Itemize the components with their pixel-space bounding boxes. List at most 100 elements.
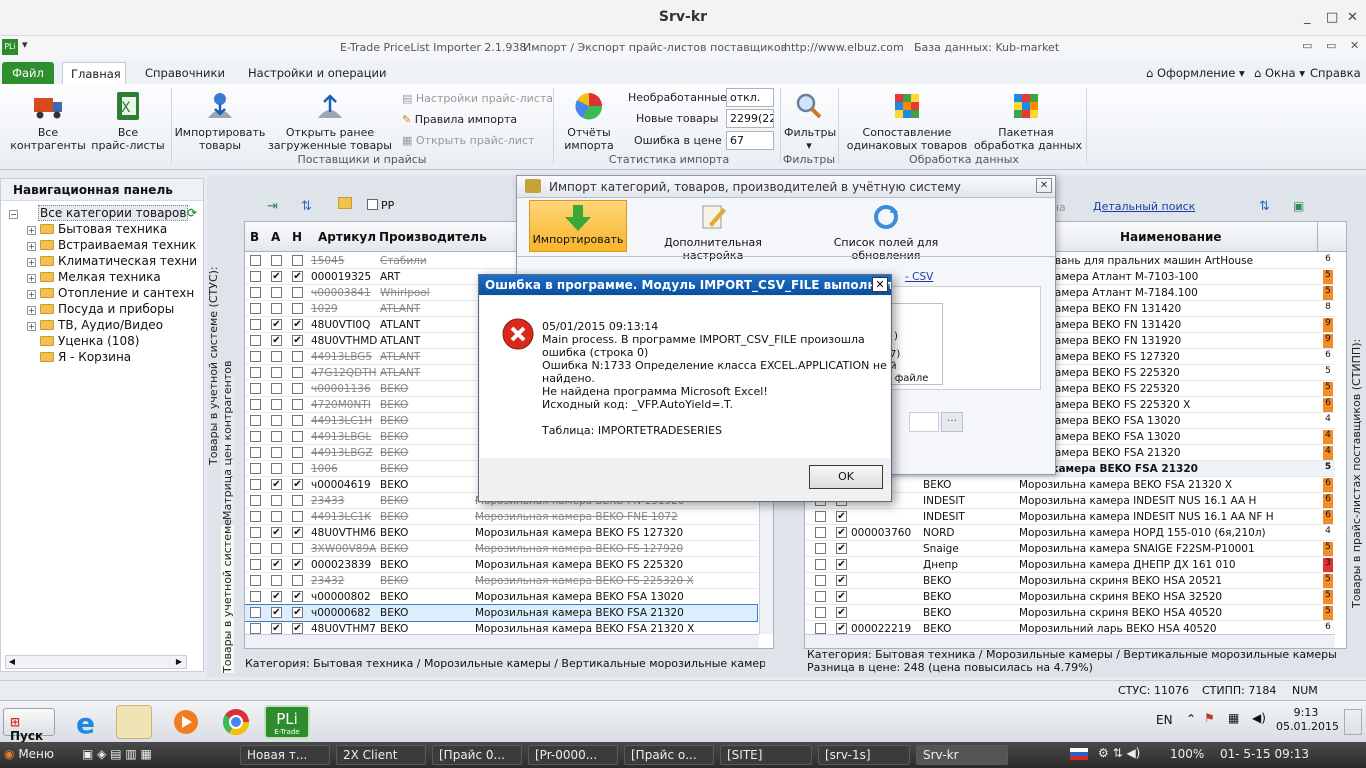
row-checkbox[interactable] [815,559,826,570]
table-row[interactable]: 44913LC1K BEKO Морозильная камера BEKO FNE… [245,509,757,525]
row-checkbox[interactable]: ✔ [271,479,282,490]
col-name[interactable]: Наименование [1120,230,1222,244]
quicklaunch-icons[interactable]: ▣ ◈ ▤ ▥ ▦ [82,747,152,761]
ok-button[interactable]: OK [809,465,883,489]
maximize-button[interactable]: □ [1326,10,1338,25]
taskbar-item[interactable]: [Pr-0000... [528,745,618,765]
fields-list-button[interactable]: Список полей для обновления [798,202,974,262]
row-checkbox[interactable] [292,543,303,554]
match-goods-button[interactable]: Сопоставление одинаковых товаров [844,88,970,152]
row-checkbox[interactable]: ✔ [836,559,847,570]
taskbar-item[interactable]: Новая т... [240,745,330,765]
unprocessed-field[interactable]: откл. [726,88,774,107]
row-checkbox[interactable] [271,367,282,378]
taskbar-item[interactable]: 2X Client [336,745,426,765]
sync-icon[interactable]: ⇅ [1259,199,1270,214]
row-checkbox[interactable]: ✔ [292,623,303,634]
tray-icons[interactable]: ⚙ ⇅ ◀) [1098,746,1140,760]
panel-icon[interactable]: ▣ [1293,199,1304,213]
expand-icon[interactable]: + [27,290,36,299]
table-row[interactable]: ✔ ✔ ч00000682 BEKO Морозильная камера BEKO F… [245,604,758,622]
tab-main[interactable]: Главная [62,62,126,84]
row-checkbox[interactable]: ✔ [292,559,303,570]
taskbar-item[interactable]: [Прайс о... [624,745,714,765]
row-checkbox[interactable] [250,335,261,346]
row-checkbox[interactable] [292,255,303,266]
row-checkbox[interactable]: ✔ [836,575,847,586]
table-row[interactable]: ✔ BEKO Морозильна скриня BEKO HSA 20521 5 [805,573,1335,589]
row-checkbox[interactable]: ✔ [271,591,282,602]
row-checkbox[interactable] [250,415,261,426]
scroll-right-icon[interactable]: ▶ [172,655,186,669]
row-checkbox[interactable] [250,383,261,394]
row-checkbox[interactable]: ✔ [292,527,303,538]
row-checkbox[interactable] [271,287,282,298]
col-a[interactable]: А [271,230,280,244]
row-checkbox[interactable] [250,463,261,474]
close-icon[interactable]: ✕ [1350,39,1359,52]
show-desktop-button[interactable] [1344,709,1362,735]
row-checkbox[interactable]: ✔ [271,319,282,330]
tree-item[interactable]: Уценка (108) [40,334,139,350]
close-window-button[interactable]: ✕ [1347,10,1358,25]
row-checkbox[interactable]: ✔ [292,335,303,346]
table-row[interactable]: ✔ INDESIT Морозильна камера INDESIT NUS 16… [805,509,1335,525]
row-checkbox[interactable] [250,559,261,570]
row-checkbox[interactable] [250,351,261,362]
csv-link-fragment[interactable]: - CSV [905,271,933,283]
table-row[interactable]: ✔ ✔ 48U0VTHM6 BEKO Морозильная камера BEKO F… [245,525,757,541]
help-menu[interactable]: Справка ▾ [1302,62,1366,94]
table-row[interactable]: ✔ 000003760 NORD Морозильна камера НОРД 155… [805,525,1335,541]
all-contractors-button[interactable]: Все контрагенты [6,88,90,152]
row-checkbox[interactable] [292,463,303,474]
reports-button[interactable]: Отчёты импорта [558,88,620,152]
row-checkbox[interactable] [815,575,826,586]
sync-icon[interactable]: ⇅ [301,199,312,214]
col-v[interactable]: В [250,230,259,244]
expand-icon[interactable]: + [27,306,36,315]
scroll-left-icon[interactable]: ◀ [5,655,19,669]
pp-checkbox[interactable] [367,199,378,210]
row-checkbox[interactable]: ✔ [836,543,847,554]
row-checkbox[interactable] [815,623,826,634]
open-loaded-button[interactable]: Открыть ранее загруженные товары [266,88,394,152]
row-checkbox[interactable] [250,543,261,554]
row-checkbox[interactable] [292,575,303,586]
tree-root[interactable]: − Все категории товаров ⟳ [9,205,197,222]
table-row[interactable]: ✔ BEKO Морозильна скриня BEKO HSA 40520 5 [805,605,1335,621]
tab-file[interactable]: Файл [2,62,54,84]
clock[interactable]: 01- 5-15 09:13 [1220,747,1309,761]
new-goods-field[interactable]: 2299(229 [726,109,774,128]
row-checkbox[interactable] [292,351,303,362]
tab-stipp[interactable]: Товары в прайс-листах поставщиков (СТИПП… [1350,263,1363,608]
row-checkbox[interactable]: ✔ [836,527,847,538]
row-checkbox[interactable] [271,383,282,394]
close-icon[interactable]: ✕ [872,277,888,292]
ie-icon[interactable]: e [70,705,106,740]
row-checkbox[interactable] [292,383,303,394]
table-row[interactable]: 23432 BEKO Морозильная камера BEKO FS 2253… [245,573,757,589]
expand-icon[interactable]: + [27,322,36,331]
row-checkbox[interactable] [271,351,282,362]
row-checkbox[interactable] [292,511,303,522]
quick-access-menu-icon[interactable]: ▾ [22,38,28,51]
row-checkbox[interactable] [271,575,282,586]
row-checkbox[interactable] [292,447,303,458]
menu-button[interactable]: ◉ Меню [4,747,54,761]
row-checkbox[interactable]: ✔ [271,559,282,570]
tree-item[interactable]: + Посуда и приборы [27,302,174,318]
collapse-icon[interactable]: − [9,210,18,219]
row-checkbox[interactable] [815,607,826,618]
row-checkbox[interactable] [250,591,261,602]
row-checkbox[interactable]: ✔ [292,591,303,602]
tree-item[interactable]: + Мелкая техника [27,270,161,286]
taskbar-item[interactable]: [SITE] [720,745,812,765]
row-checkbox[interactable] [250,431,261,442]
row-checkbox[interactable] [815,511,826,522]
row-checkbox[interactable] [250,607,261,618]
row-checkbox[interactable] [250,495,261,506]
expand-icon[interactable]: + [27,258,36,267]
tab-matrix[interactable]: Матрица цен контрагентов [221,361,234,520]
detail-search-link[interactable]: Детальный поиск [1093,200,1195,213]
expand-icon[interactable]: + [27,242,36,251]
